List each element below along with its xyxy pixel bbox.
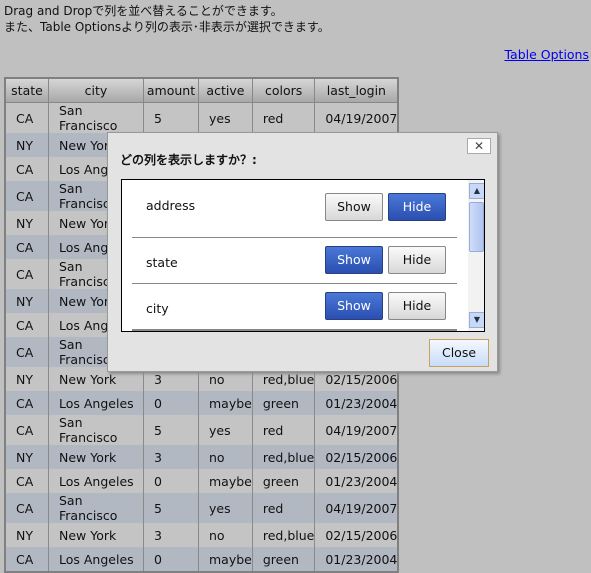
cell-amount: 0 [143, 547, 199, 572]
column-option-state: state Show Hide [132, 237, 457, 284]
instruction-line-2: また、Table Optionsより列の表示･非表示が選択できます。 [4, 20, 330, 34]
cell-active: yes [198, 102, 253, 133]
cell-active: maybe [198, 469, 253, 493]
cell-colors: green [251, 547, 316, 572]
cell-state: CA [4, 181, 49, 211]
cell-amount: 0 [143, 391, 199, 415]
cell-amount: 0 [143, 469, 199, 493]
cell-city: San Francisco [48, 493, 144, 523]
column-option-label: state [146, 255, 178, 270]
close-button[interactable]: Close [429, 339, 489, 367]
cell-state: CA [4, 259, 49, 289]
column-header-state[interactable]: state [4, 77, 49, 103]
scroll-down-icon[interactable]: ▼ [469, 312, 484, 328]
instruction-line-1: Drag and Dropで列を並べ替えることができます。 [4, 4, 283, 18]
table-row: NYNew York3nored,blue02/15/2006 [4, 445, 399, 469]
cell-active: maybe [198, 547, 253, 572]
column-visibility-dialog: ✕ どの列を表示しますか？: address Show Hide state Sh… [107, 132, 498, 372]
cell-state: CA [4, 415, 49, 445]
cell-state: CA [4, 313, 49, 337]
cell-state: NY [4, 289, 49, 313]
cell-city: Los Angeles [48, 469, 144, 493]
hide-button[interactable]: Hide [388, 193, 446, 221]
cell-amount: 5 [143, 493, 199, 523]
show-button[interactable]: Show [325, 246, 383, 274]
cell-amount: 3 [143, 445, 199, 469]
cell-amount: 3 [143, 523, 199, 547]
cell-last_login: 04/19/2007 [314, 102, 399, 133]
cell-amount: 5 [143, 102, 199, 133]
cell-colors: red,blue [251, 445, 316, 469]
cell-state: CA [4, 102, 49, 133]
close-icon[interactable]: ✕ [467, 138, 491, 154]
table-header-row: state city amount active colors last_login [4, 77, 399, 103]
cell-state: CA [4, 391, 49, 415]
cell-state: CA [4, 235, 49, 259]
cell-colors: green [251, 469, 316, 493]
cell-city: New York [48, 523, 144, 547]
scroll-thumb[interactable] [469, 202, 484, 252]
table-row: CASan Francisco5yesred04/19/2007 [4, 493, 399, 523]
cell-active: no [198, 523, 253, 547]
cell-active: yes [198, 493, 253, 523]
cell-city: Los Angeles [48, 547, 144, 572]
cell-last_login: 02/15/2006 [314, 523, 399, 547]
cell-city: Los Angeles [48, 391, 144, 415]
cell-last_login: 01/23/2004 [314, 547, 399, 572]
cell-last_login: 01/23/2004 [314, 391, 399, 415]
cell-city: San Francisco [48, 102, 144, 133]
table-row: NYNew York3nored,blue02/15/2006 [4, 523, 399, 547]
column-option-address: address Show Hide [132, 180, 457, 238]
table-row: CALos Angeles0maybegreen01/23/2004 [4, 547, 399, 572]
cell-state: CA [4, 493, 49, 523]
column-list: address Show Hide state Show Hide city Sho… [121, 179, 485, 332]
show-button[interactable]: Show [325, 193, 383, 221]
scroll-up-icon[interactable]: ▲ [469, 183, 484, 199]
instructions: Drag and Dropで列を並べ替えることができます。 また、Table O… [4, 3, 330, 35]
column-option-city: city Show Hide [132, 283, 457, 330]
cell-state: NY [4, 211, 49, 235]
cell-colors: red,blue [251, 523, 316, 547]
cell-state: CA [4, 469, 49, 493]
show-button[interactable]: Show [325, 292, 383, 320]
cell-state: NY [4, 367, 49, 391]
cell-amount: 5 [143, 415, 199, 445]
cell-city: San Francisco [48, 415, 144, 445]
table-row: CALos Angeles0maybegreen01/23/2004 [4, 469, 399, 493]
table-row: CASan Francisco5yesred04/19/2007 [4, 102, 399, 133]
column-option-label: city [146, 301, 169, 316]
cell-last_login: 02/15/2006 [314, 445, 399, 469]
column-header-amount[interactable]: amount [143, 77, 199, 103]
column-option-label: address [146, 198, 196, 213]
cell-colors: red [251, 415, 316, 445]
cell-active: maybe [198, 391, 253, 415]
column-header-city[interactable]: city [48, 77, 144, 103]
hide-button[interactable]: Hide [388, 246, 446, 274]
cell-state: NY [4, 133, 49, 157]
cell-state: CA [4, 547, 49, 572]
cell-active: yes [198, 415, 253, 445]
cell-state: NY [4, 445, 49, 469]
hide-button[interactable]: Hide [388, 292, 446, 320]
cell-colors: red [251, 102, 316, 133]
cell-state: NY [4, 523, 49, 547]
column-header-last_login[interactable]: last_login [314, 77, 399, 103]
cell-state: CA [4, 157, 49, 181]
column-header-colors[interactable]: colors [251, 77, 316, 103]
table-options-link[interactable]: Table Options [504, 47, 589, 62]
cell-colors: green [251, 391, 316, 415]
cell-city: New York [48, 445, 144, 469]
cell-colors: red [251, 493, 316, 523]
cell-last_login: 04/19/2007 [314, 415, 399, 445]
table-row: CASan Francisco5yesred04/19/2007 [4, 415, 399, 445]
dialog-title: どの列を表示しますか？: [120, 153, 257, 167]
table-row: CALos Angeles0maybegreen01/23/2004 [4, 391, 399, 415]
divider [132, 329, 457, 331]
cell-state: CA [4, 337, 49, 367]
cell-active: no [198, 445, 253, 469]
cell-last_login: 01/23/2004 [314, 469, 399, 493]
scrollbar[interactable]: ▲ ▼ [468, 180, 484, 331]
cell-last_login: 04/19/2007 [314, 493, 399, 523]
column-header-active[interactable]: active [198, 77, 253, 103]
